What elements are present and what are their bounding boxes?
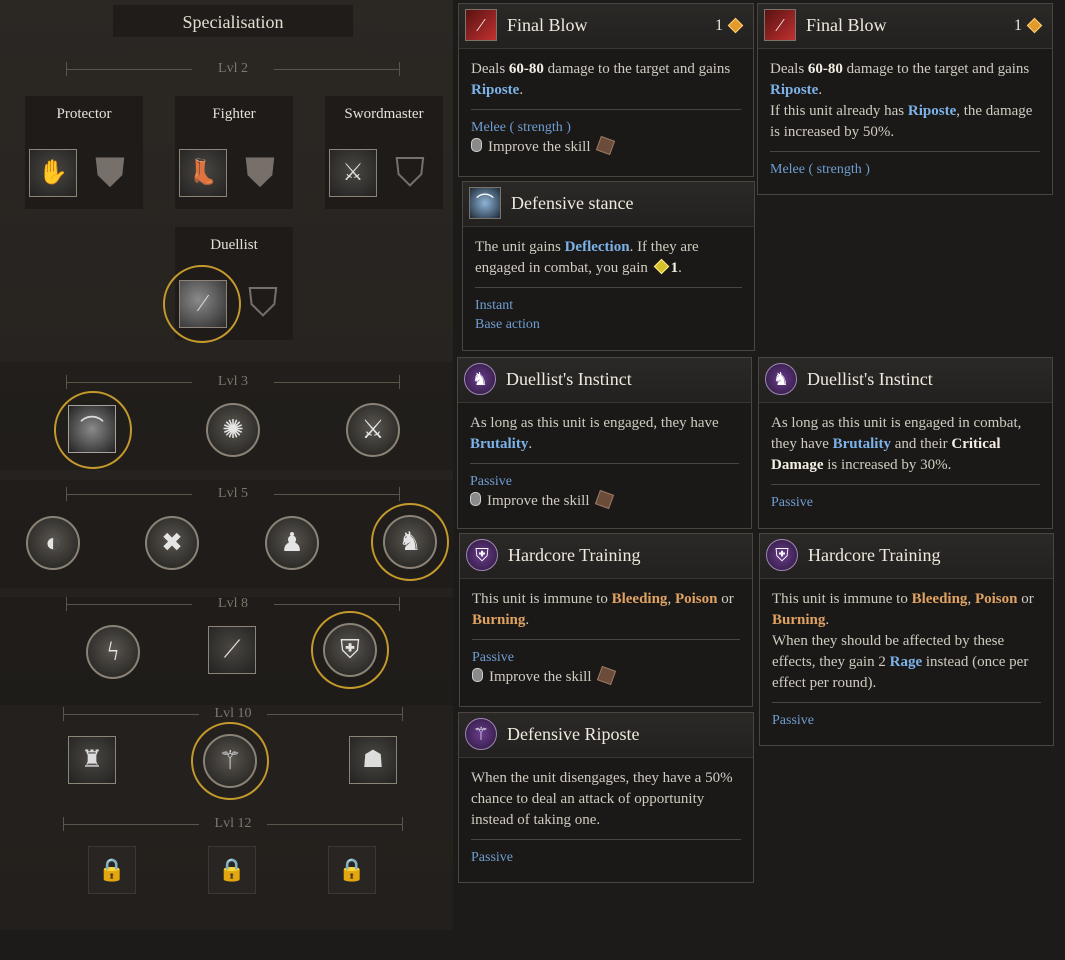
- duellists-instinct-icon: ♞: [765, 363, 797, 395]
- defensive-riposte-icon: ⚚: [465, 718, 497, 750]
- hooded-warrior-skill-icon[interactable]: ☗: [349, 736, 397, 784]
- thorns-skill-icon[interactable]: ✺: [206, 403, 260, 457]
- tooltip-duellists-instinct: ♞ Duellist's Instinct As long as this un…: [457, 357, 752, 529]
- action-point-icon: [1026, 17, 1043, 34]
- lightning-hand-skill-icon[interactable]: ϟ: [86, 625, 140, 679]
- tooltip-defensive-riposte: ⚚ Defensive Riposte When the unit diseng…: [458, 712, 754, 883]
- book-icon: [597, 665, 617, 686]
- defensive-stance-icon: ⌒: [469, 187, 501, 219]
- blade-clash-skill-icon[interactable]: ✖: [145, 516, 199, 570]
- book-icon: [595, 489, 615, 510]
- raised-arms-skill-icon[interactable]: ♟: [265, 516, 319, 570]
- level-divider-5: Lvl 5: [66, 486, 400, 502]
- light-armor-icon: ⛉: [248, 280, 278, 325]
- heavy-armor-icon: ⛊: [245, 150, 275, 195]
- level-divider-12: Lvl 12: [63, 816, 403, 832]
- defensive-riposte-icon[interactable]: ⚚: [203, 734, 257, 788]
- level-divider-8: Lvl 8: [66, 596, 400, 612]
- tooltip-final-blow-upgraded: ⁄ Final Blow 1 Deals 60-80 damage to the…: [757, 3, 1053, 195]
- improve-skill-hint[interactable]: Improve the skill: [470, 489, 739, 512]
- duellists-instinct-icon[interactable]: ♞: [383, 515, 437, 569]
- improve-skill-hint[interactable]: Improve the skill: [471, 135, 741, 158]
- book-icon: [596, 135, 616, 156]
- fighter-skill-icon[interactable]: 👢: [179, 149, 227, 197]
- class-swordmaster[interactable]: Swordmaster ⚔ ⛉: [325, 96, 443, 209]
- crossed-swords-skill-icon[interactable]: ⚔: [346, 403, 400, 457]
- armored-knight-skill-icon[interactable]: ♜: [68, 736, 116, 784]
- level-divider-10: Lvl 10: [63, 706, 403, 722]
- tooltip-hardcore-training: ⛨ Hardcore Training This unit is immune …: [459, 533, 753, 707]
- mouse-icon: [470, 492, 481, 506]
- level-divider-2: Lvl 2: [66, 61, 400, 77]
- protector-skill-icon[interactable]: ✋: [29, 149, 77, 197]
- mouse-icon: [471, 138, 482, 152]
- hardcore-training-icon: ⛨: [766, 539, 798, 571]
- level-divider-3: Lvl 3: [66, 374, 400, 390]
- tooltip-hardcore-training-upgraded: ⛨ Hardcore Training This unit is immune …: [759, 533, 1054, 746]
- mouse-icon: [472, 668, 483, 682]
- medium-armor-icon: ⛉: [395, 150, 425, 195]
- defensive-stance-icon[interactable]: ⌒: [68, 405, 116, 453]
- lock-icon: 🔒: [208, 846, 256, 894]
- hooded-figure-skill-icon[interactable]: ◐: [26, 516, 80, 570]
- tooltip-final-blow: ⁄ Final Blow 1 Deals 60-80 damage to the…: [458, 3, 754, 177]
- improve-skill-hint[interactable]: Improve the skill: [472, 665, 740, 688]
- class-protector[interactable]: Protector ✋ ⛊: [25, 96, 143, 209]
- final-blow-icon[interactable]: ⁄: [179, 280, 227, 328]
- hardcore-training-icon: ⛨: [466, 539, 498, 571]
- heavy-armor-icon: ⛊: [95, 150, 125, 195]
- panel-title: Specialisation: [113, 5, 353, 37]
- tooltip-duellists-instinct-upgraded: ♞ Duellist's Instinct As long as this un…: [758, 357, 1053, 529]
- action-point-icon: [727, 17, 744, 34]
- lock-icon: 🔒: [328, 846, 376, 894]
- tooltip-defensive-stance: ⌒ Defensive stance The unit gains Deflec…: [462, 181, 755, 351]
- specialisation-panel: Specialisation Lvl 2 Protector ✋ ⛊ Fight…: [0, 0, 453, 930]
- swordmaster-skill-icon[interactable]: ⚔: [329, 149, 377, 197]
- action-point-icon: [653, 258, 669, 275]
- final-blow-icon: ⁄: [465, 9, 497, 41]
- hardcore-training-icon[interactable]: ⛨: [323, 623, 377, 677]
- final-blow-icon: ⁄: [764, 9, 796, 41]
- lock-icon: 🔒: [88, 846, 136, 894]
- class-fighter[interactable]: Fighter 👢 ⛊: [175, 96, 293, 209]
- spear-skill-icon[interactable]: ⟋: [208, 626, 256, 674]
- duellists-instinct-icon: ♞: [464, 363, 496, 395]
